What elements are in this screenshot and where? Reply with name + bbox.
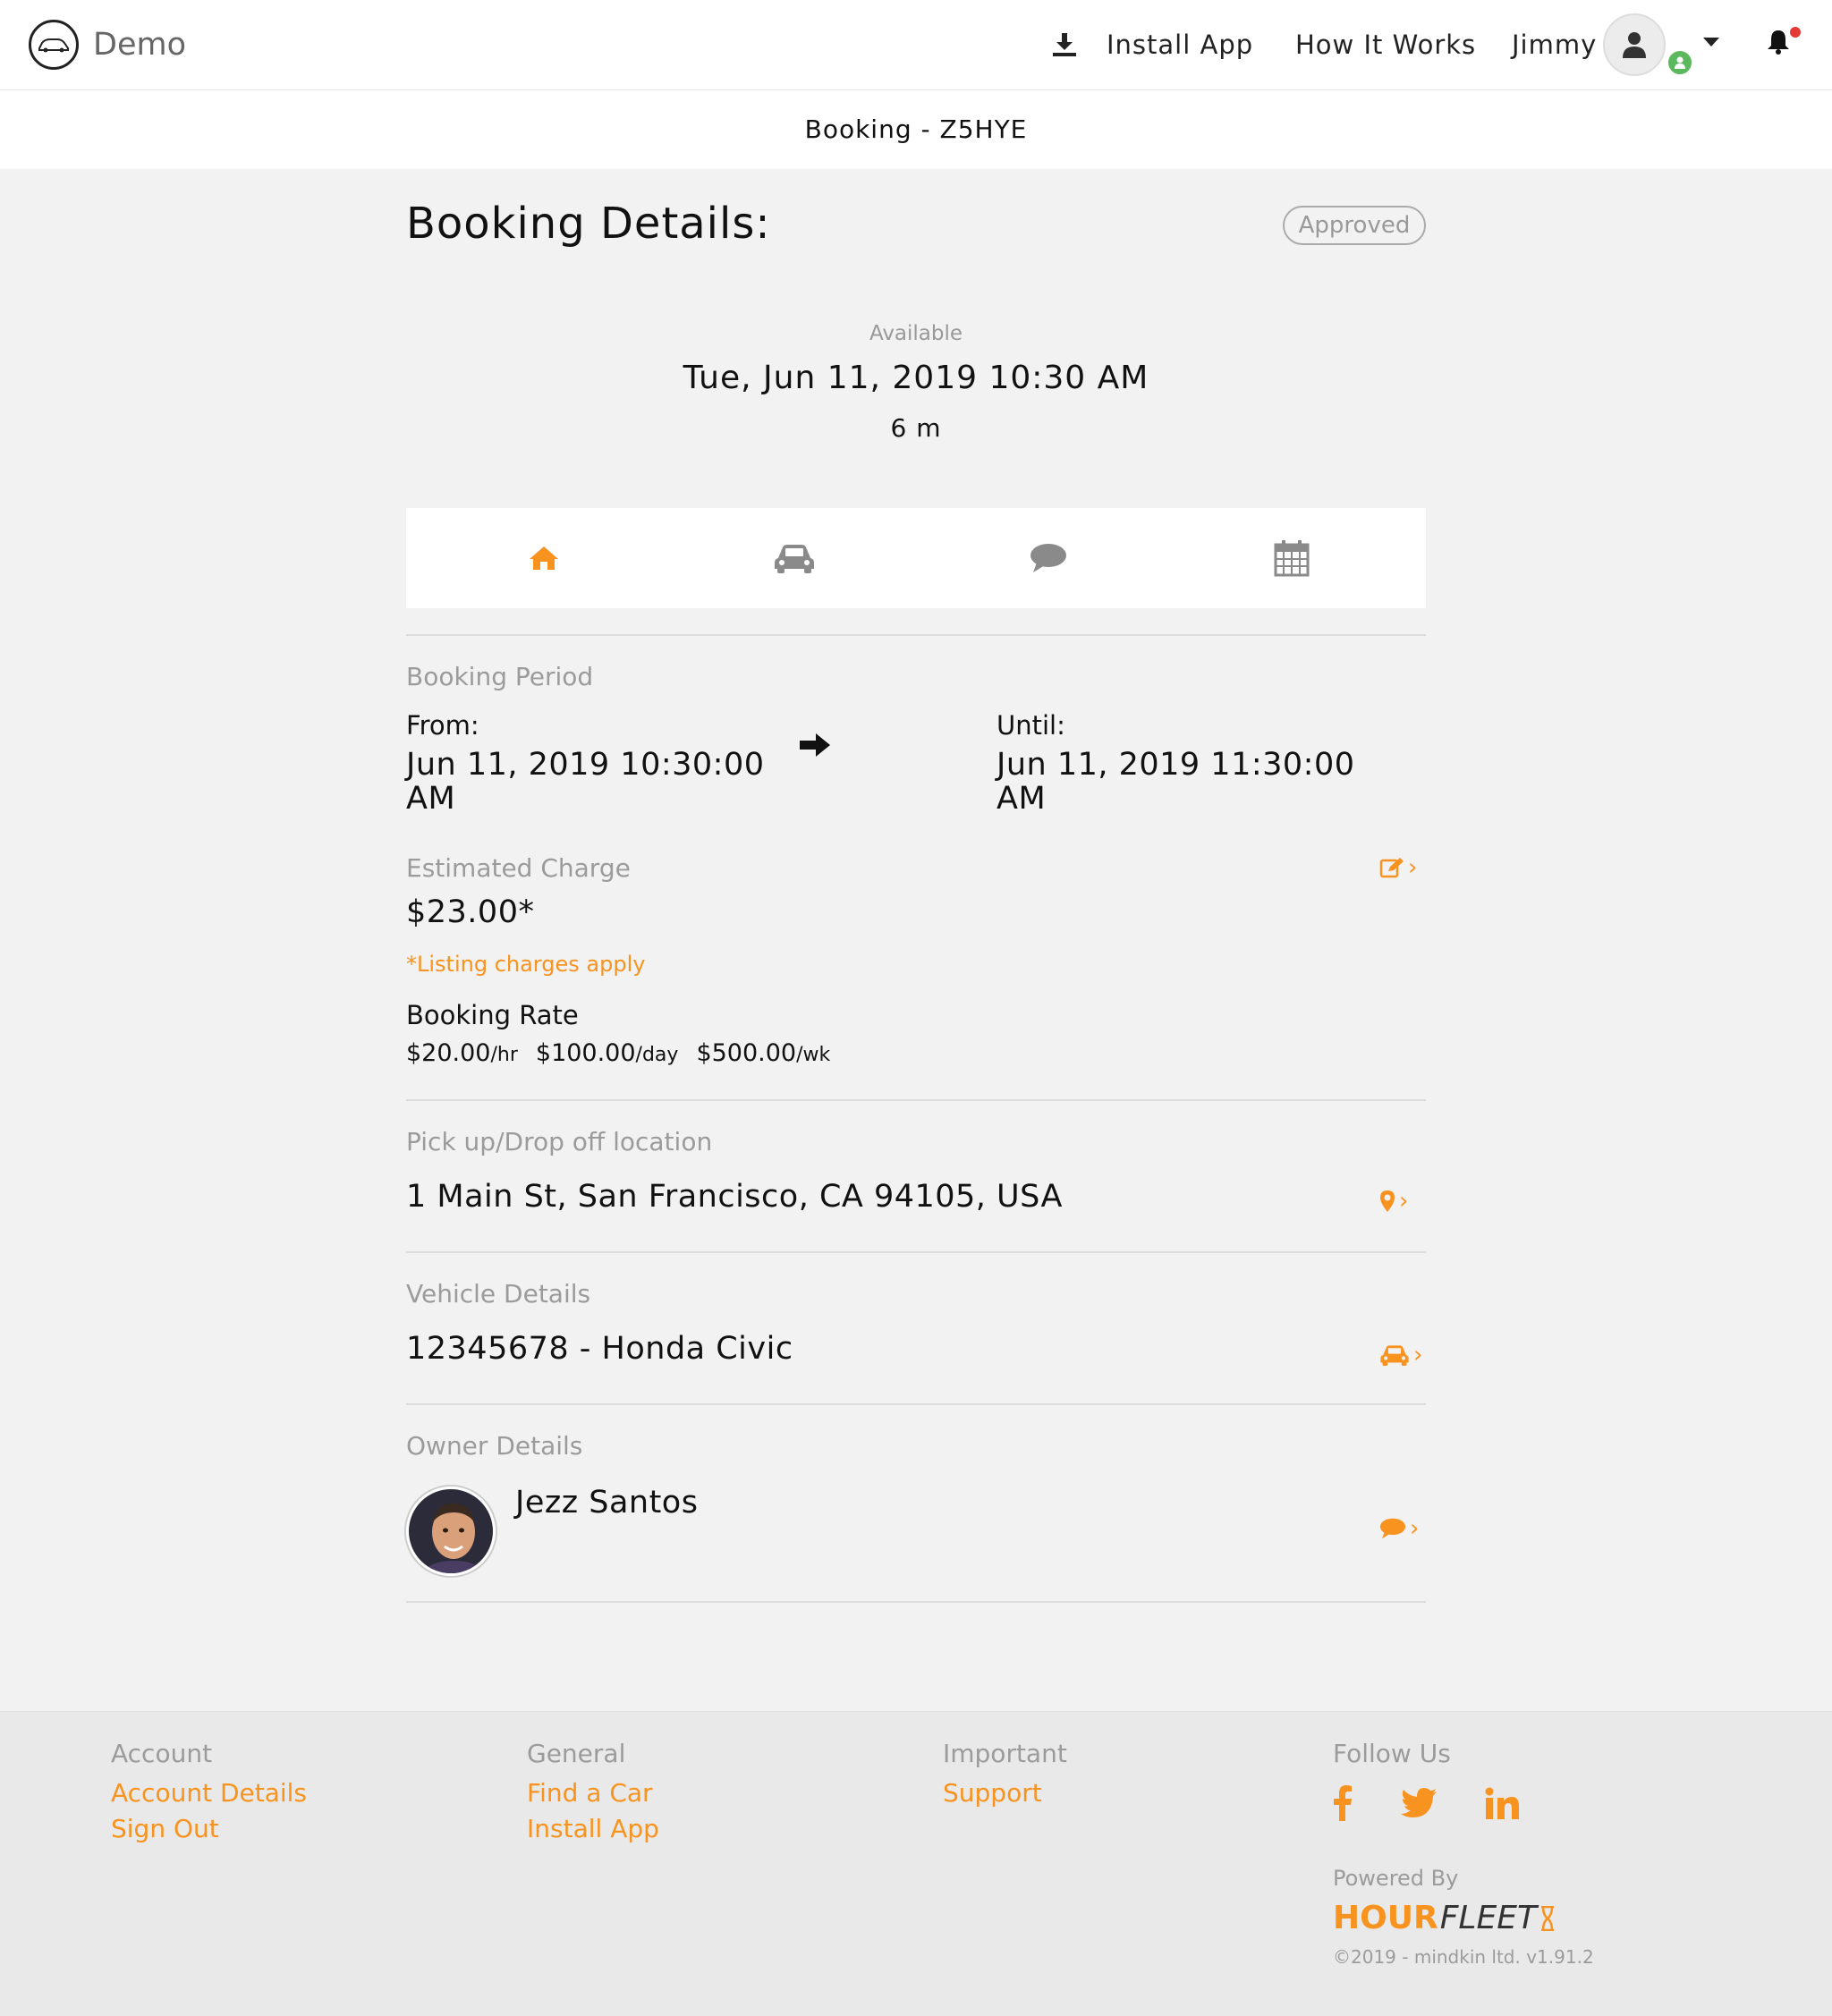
notification-badge — [1790, 27, 1801, 38]
page-title: Booking Details: — [406, 199, 771, 249]
status-badge: Approved — [1283, 206, 1426, 245]
social-links — [1333, 1785, 1519, 1821]
vehicle-link[interactable]: › — [1379, 1342, 1422, 1368]
divider — [406, 1251, 1426, 1253]
copyright: ©2019 - mindkin ltd. v1.91.2 — [1333, 1946, 1594, 1968]
divider — [406, 634, 1426, 636]
vehicle-value: 12345678 - Honda Civic — [406, 1331, 793, 1367]
footer-heading: Important — [943, 1739, 1067, 1768]
support-link[interactable]: Support — [943, 1775, 1067, 1811]
online-status-icon — [1666, 48, 1694, 77]
availability-label: Available — [869, 322, 963, 345]
how-it-works-link[interactable]: How It Works — [1295, 23, 1476, 66]
footer-heading: Account — [111, 1739, 213, 1768]
page-subtitle: Booking - Z5HYE — [0, 90, 1832, 169]
footer-important-column: Important Support — [943, 1739, 1067, 1811]
estimated-charge-value: $23.00* — [406, 894, 535, 930]
install-app-label: Install App — [1107, 30, 1254, 60]
chevron-right-icon: › — [1413, 1342, 1423, 1368]
car-logo-icon — [29, 20, 79, 70]
install-app-link[interactable]: Install App — [1051, 23, 1253, 66]
sign-out-link[interactable]: Sign Out — [111, 1811, 307, 1847]
divider — [406, 1403, 1426, 1405]
install-app-footer-link[interactable]: Install App — [527, 1811, 659, 1847]
vehicle-label: Vehicle Details — [406, 1279, 591, 1309]
rate-daily: $100.00/day — [535, 1039, 679, 1067]
calendar-icon — [1274, 540, 1310, 577]
top-navbar: Demo Install App How It Works Jimmy — [0, 0, 1832, 90]
chevron-down-icon[interactable] — [1703, 38, 1719, 47]
booking-rates: $20.00/hr $100.00/day $500.00/wk — [406, 1039, 830, 1067]
chat-icon — [1030, 544, 1066, 572]
car-icon — [1380, 1345, 1409, 1367]
footer: Account Account Details Sign Out General… — [0, 1711, 1832, 2016]
availability-duration: 6 m — [890, 413, 942, 443]
owner-label: Owner Details — [406, 1431, 583, 1461]
brand-name: Demo — [93, 27, 186, 63]
from-value: Jun 11, 2019 10:30:00 AM — [406, 747, 765, 817]
footer-follow-column: Follow Us — [1333, 1739, 1451, 1775]
tab-vehicle[interactable] — [750, 508, 839, 608]
tab-home[interactable] — [499, 508, 589, 608]
hourfleet-logo[interactable]: HOUR FLEET — [1333, 1900, 1555, 1936]
tab-calendar[interactable] — [1247, 508, 1336, 608]
linkedin-icon[interactable] — [1485, 1787, 1519, 1819]
chevron-right-icon: › — [1410, 1515, 1420, 1542]
find-a-car-link[interactable]: Find a Car — [527, 1775, 659, 1811]
message-owner-link[interactable]: › — [1379, 1515, 1419, 1542]
chat-icon — [1379, 1518, 1406, 1539]
until-value: Jun 11, 2019 11:30:00 AM — [997, 747, 1355, 817]
chevron-right-icon: › — [1399, 1188, 1409, 1215]
brand-link[interactable]: Demo — [29, 20, 186, 70]
until-label: Until: — [997, 710, 1065, 741]
divider — [406, 1601, 1426, 1603]
notification-bell-icon[interactable] — [1766, 29, 1791, 55]
chevron-right-icon: › — [1408, 854, 1418, 881]
availability-date: Tue, Jun 11, 2019 10:30 AM — [683, 360, 1149, 396]
map-pin-icon — [1380, 1190, 1395, 1212]
owner-name: Jezz Santos — [515, 1485, 699, 1520]
footer-heading: General — [527, 1739, 626, 1768]
twitter-icon[interactable] — [1401, 1788, 1437, 1818]
tab-messages[interactable] — [1004, 508, 1093, 608]
arrow-right-icon — [800, 733, 830, 757]
edit-charge-link[interactable]: › — [1379, 854, 1417, 881]
user-avatar-button[interactable] — [1603, 13, 1666, 76]
powered-by-label: Powered By — [1333, 1866, 1459, 1891]
facebook-icon[interactable] — [1333, 1785, 1353, 1821]
user-icon — [1623, 32, 1646, 58]
rate-hourly: $20.00/hr — [406, 1039, 518, 1067]
account-details-link[interactable]: Account Details — [111, 1775, 307, 1811]
rate-weekly: $500.00/wk — [696, 1039, 831, 1067]
user-name[interactable]: Jimmy — [1512, 23, 1597, 66]
car-icon — [775, 545, 814, 573]
footer-general-column: General Find a Car Install App — [527, 1739, 659, 1847]
home-icon — [530, 546, 558, 570]
owner-avatar — [406, 1487, 496, 1576]
charge-note: *Listing charges apply — [406, 952, 646, 977]
estimated-charge-label: Estimated Charge — [406, 853, 631, 883]
edit-icon — [1379, 858, 1404, 878]
logo-hour: HOUR — [1333, 1900, 1438, 1936]
footer-heading: Follow Us — [1333, 1739, 1451, 1768]
hourglass-icon — [1540, 1905, 1554, 1931]
download-icon — [1053, 33, 1076, 56]
location-link[interactable]: › — [1379, 1188, 1408, 1215]
divider — [406, 1099, 1426, 1101]
from-label: From: — [406, 710, 479, 741]
booking-rate-label: Booking Rate — [406, 1000, 579, 1030]
booking-tabs — [406, 508, 1426, 608]
logo-fleet: FLEET — [1439, 1900, 1537, 1936]
booking-period-label: Booking Period — [406, 662, 594, 691]
location-label: Pick up/Drop off location — [406, 1127, 713, 1156]
location-value: 1 Main St, San Francisco, CA 94105, USA — [406, 1179, 1063, 1215]
footer-account-column: Account Account Details Sign Out — [111, 1739, 307, 1847]
